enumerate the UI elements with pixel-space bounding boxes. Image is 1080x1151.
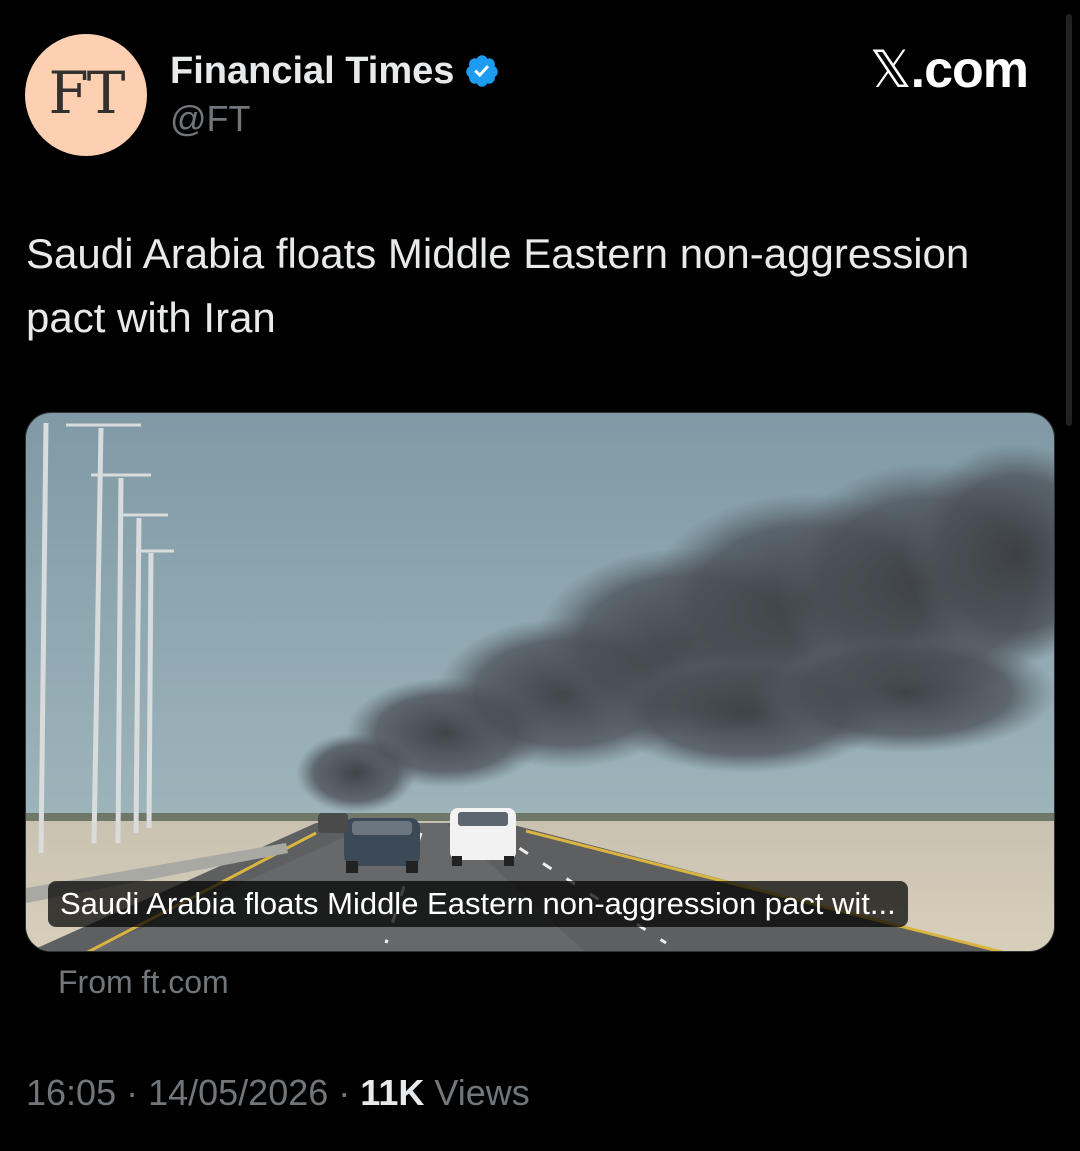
display-name[interactable]: Financial Times: [170, 50, 454, 93]
tweet-date[interactable]: 14/05/2026: [148, 1072, 328, 1113]
scrollbar[interactable]: [1066, 14, 1072, 426]
account-name-row[interactable]: Financial Times: [170, 46, 500, 96]
avatar[interactable]: FT: [25, 34, 147, 156]
avatar-logo-text: FT: [48, 59, 126, 127]
x-logo-icon: 𝕏: [869, 40, 912, 100]
tweet-meta: 16:05 · 14/05/2026 · 11K Views: [26, 1072, 530, 1114]
views-label: Views: [424, 1072, 530, 1113]
verified-badge-icon: [466, 55, 499, 87]
views-count: 11K: [360, 1072, 425, 1113]
account-handle[interactable]: @FT: [170, 98, 251, 140]
car-white: [450, 808, 516, 866]
brand-watermark: 𝕏.com: [869, 40, 1029, 100]
meta-separator: ·: [328, 1072, 361, 1113]
car-dark: [344, 818, 420, 873]
tweet-time[interactable]: 16:05: [26, 1072, 116, 1113]
card-image: [26, 413, 1054, 951]
tweet-text: Saudi Arabia floats Middle Eastern non-a…: [26, 230, 970, 341]
meta-separator: ·: [116, 1072, 149, 1113]
brand-domain: .com: [910, 41, 1029, 99]
link-source[interactable]: From ft.com: [58, 964, 229, 1001]
link-card[interactable]: Saudi Arabia floats Middle Eastern non-a…: [25, 412, 1055, 952]
card-caption: Saudi Arabia floats Middle Eastern non-a…: [48, 881, 908, 927]
